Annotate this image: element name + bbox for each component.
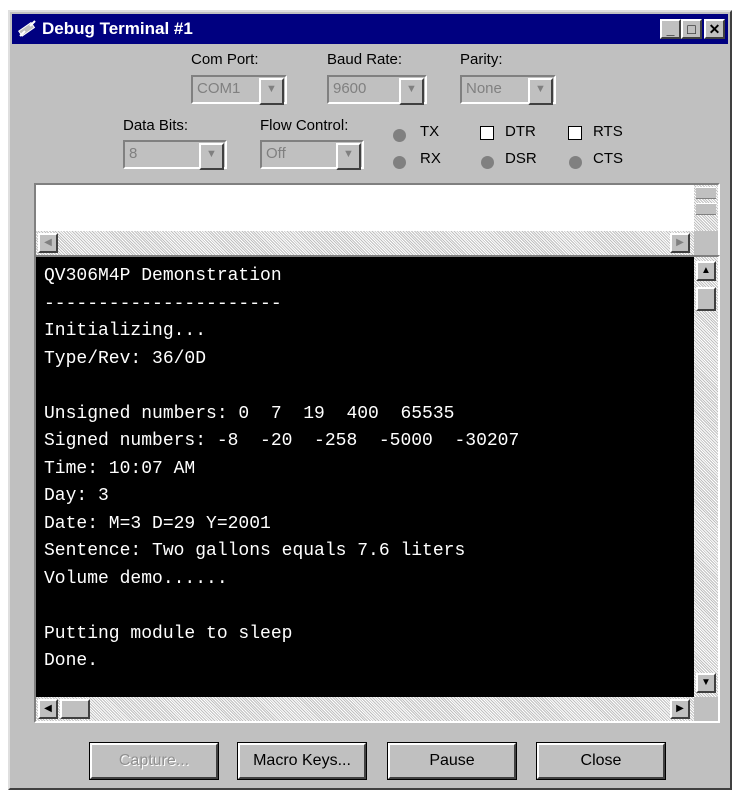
- dtr-checkbox[interactable]: [480, 126, 494, 140]
- baud-rate-value: 9600: [333, 80, 367, 97]
- flow-control-value: Off: [266, 145, 286, 162]
- app-icon: [16, 18, 38, 40]
- receive-pane: QV306M4P Demonstration ------------------…: [34, 255, 720, 723]
- window-title: Debug Terminal #1: [42, 19, 193, 38]
- capture-button[interactable]: Capture...: [89, 742, 219, 780]
- transmit-pane: ◀ ▶: [34, 183, 720, 257]
- scroll-up-icon[interactable]: [696, 187, 716, 199]
- debug-terminal-window: Debug Terminal #1 _ □ ✕ Com Port: COM1 ▼…: [8, 10, 732, 790]
- transmit-input[interactable]: [36, 185, 694, 231]
- baud-rate-select[interactable]: 9600 ▼: [327, 75, 427, 105]
- arrow-left-icon[interactable]: ◀: [38, 233, 58, 253]
- rts-checkbox[interactable]: [568, 126, 582, 140]
- minimize-icon: _: [666, 21, 675, 37]
- close-button[interactable]: Close: [536, 742, 666, 780]
- parity-select[interactable]: None ▼: [460, 75, 556, 105]
- chevron-down-icon[interactable]: ▼: [399, 78, 424, 105]
- scroll-corner: [694, 697, 718, 721]
- baud-rate-label: Baud Rate:: [327, 51, 403, 68]
- receive-hscroll[interactable]: ◀ ▶: [36, 697, 694, 721]
- title-bar[interactable]: Debug Terminal #1 _ □ ✕: [12, 14, 728, 44]
- vscroll-thumb[interactable]: [696, 287, 716, 311]
- flow-control-label: Flow Control:: [260, 117, 349, 134]
- console-line: Initializing...: [44, 321, 207, 341]
- pause-button[interactable]: Pause: [387, 742, 517, 780]
- scroll-corner: [694, 231, 718, 255]
- console-line: Date: M=3 D=29 Y=2001: [44, 513, 271, 534]
- data-bits-label: Data Bits:: [123, 117, 189, 134]
- console-line: QV306M4P Demonstration: [44, 266, 282, 286]
- console-line: Time: 10:07 AM: [44, 458, 196, 479]
- transmit-hscroll[interactable]: ◀ ▶: [36, 231, 694, 255]
- com-port-value: COM1: [197, 80, 241, 97]
- dtr-label: DTR: [505, 123, 536, 140]
- flow-control-select[interactable]: Off ▼: [260, 140, 364, 170]
- maximize-button[interactable]: □: [681, 19, 702, 39]
- rx-label: RX: [420, 150, 441, 167]
- chevron-down-icon[interactable]: ▼: [528, 78, 553, 105]
- chevron-down-icon[interactable]: ▼: [259, 78, 284, 105]
- hscroll-thumb[interactable]: [60, 699, 90, 719]
- parity-label: Parity:: [460, 51, 503, 68]
- arrow-right-icon[interactable]: ▶: [670, 233, 690, 253]
- console-line: Done.: [44, 651, 99, 671]
- data-bits-value: 8: [129, 145, 138, 162]
- rts-label: RTS: [593, 123, 623, 140]
- console-line: Putting module to sleep: [44, 623, 293, 644]
- tx-led-icon: [393, 129, 406, 142]
- close-window-button[interactable]: ✕: [704, 19, 725, 39]
- transmit-vscroll[interactable]: [694, 185, 718, 231]
- com-port-label: Com Port:: [191, 51, 259, 68]
- tx-label: TX: [420, 123, 440, 140]
- console-line: Sentence: Two gallons equals 7.6 liters: [44, 541, 466, 561]
- minimize-button[interactable]: _: [660, 19, 681, 39]
- receive-vscroll[interactable]: ▲ ▼: [694, 257, 718, 697]
- macro-keys-button[interactable]: Macro Keys...: [237, 742, 367, 780]
- close-icon: ✕: [708, 21, 721, 37]
- dsr-led-icon: [481, 156, 494, 169]
- cts-led-icon: [569, 156, 582, 169]
- console-line: ----------------------: [44, 293, 282, 314]
- com-port-select[interactable]: COM1 ▼: [191, 75, 287, 105]
- receive-console[interactable]: QV306M4P Demonstration ------------------…: [36, 257, 694, 697]
- dsr-label: DSR: [505, 150, 537, 167]
- console-line: Day: 3: [44, 486, 109, 506]
- arrow-right-icon[interactable]: ▶: [670, 699, 690, 719]
- chevron-down-icon[interactable]: ▼: [336, 143, 361, 170]
- chevron-down-icon[interactable]: ▼: [199, 143, 224, 170]
- scroll-down-icon[interactable]: [696, 203, 716, 215]
- arrow-down-icon[interactable]: ▼: [696, 673, 716, 693]
- console-line: Unsigned numbers: 0 7 19 400 65535: [44, 403, 455, 424]
- arrow-left-icon[interactable]: ◀: [38, 699, 58, 719]
- console-line: Volume demo......: [44, 568, 228, 589]
- console-line: Type/Rev: 36/0D: [44, 348, 207, 369]
- data-bits-select[interactable]: 8 ▼: [123, 140, 227, 170]
- console-line: Signed numbers: -8 -20 -258 -5000 -30207: [44, 431, 520, 451]
- arrow-up-icon[interactable]: ▲: [696, 261, 716, 281]
- maximize-icon: □: [687, 21, 696, 37]
- rx-led-icon: [393, 156, 406, 169]
- parity-value: None: [466, 80, 502, 97]
- cts-label: CTS: [593, 150, 623, 167]
